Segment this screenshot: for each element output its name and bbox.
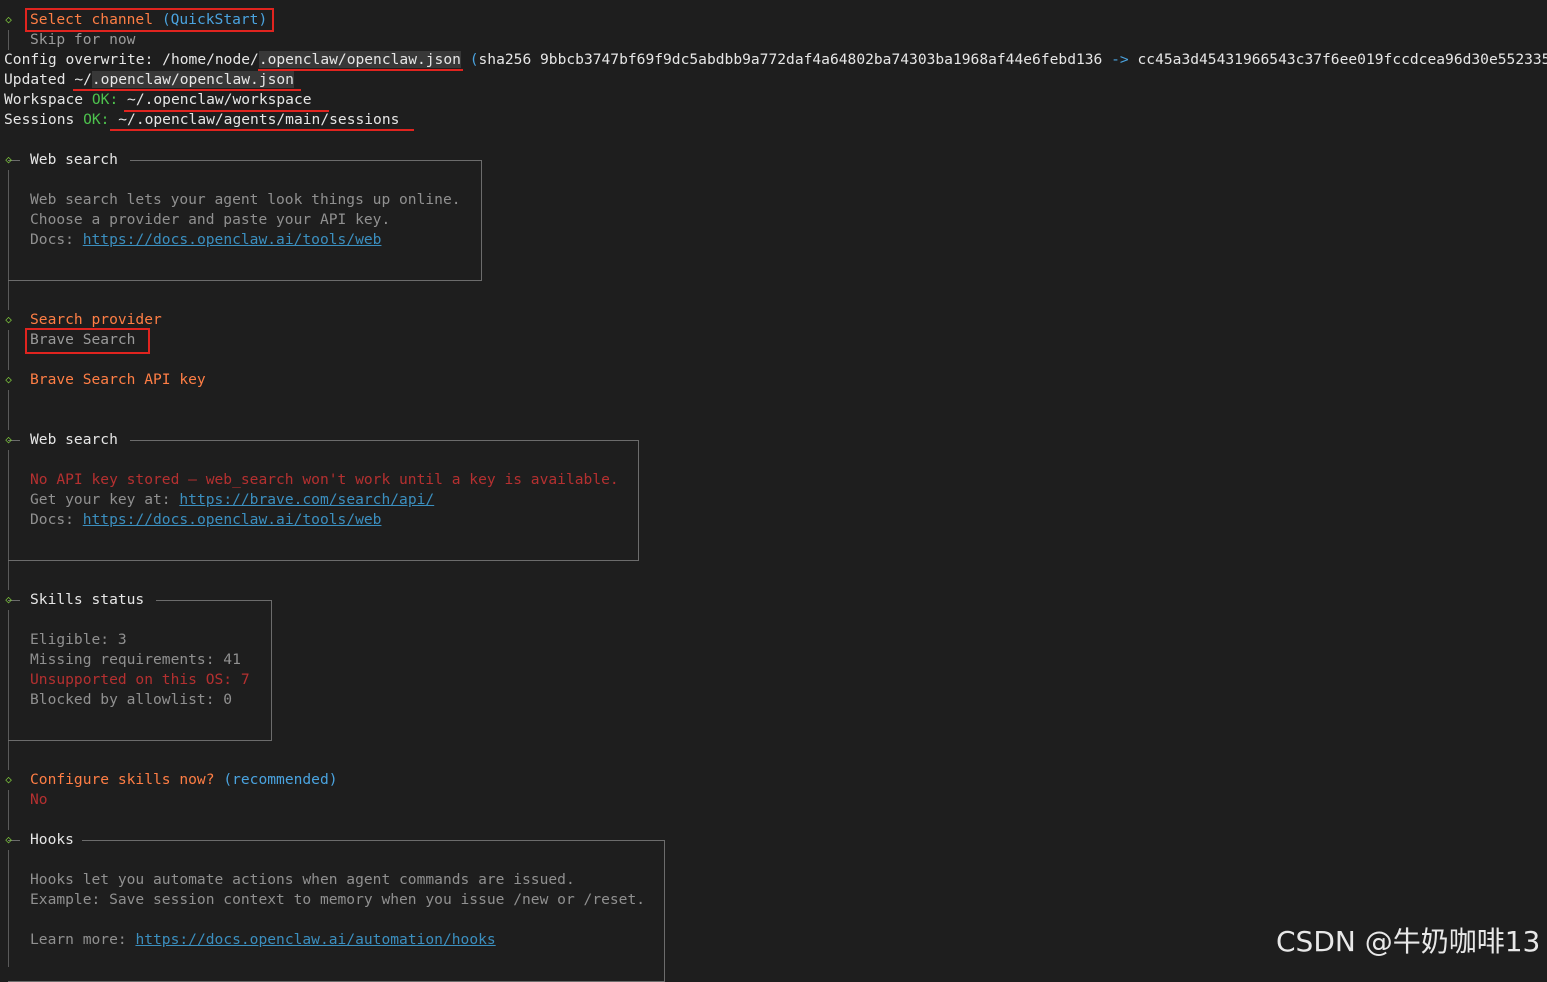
config-path-file: .openclaw/openclaw.json — [258, 51, 461, 68]
configure-skills-prompt: Configure skills now? (recommended) — [30, 770, 338, 790]
config-hash-arrow: -> — [1111, 51, 1129, 68]
hooks-docs-link[interactable]: https://docs.openclaw.ai/automation/hook… — [135, 931, 495, 948]
skills-missing: Missing requirements: 41 — [30, 651, 241, 668]
step-diamond-icon: ◇ — [5, 153, 12, 166]
web-search-description: Web search lets your agent look things u… — [30, 191, 461, 208]
step-diamond-icon: ◇ — [5, 373, 12, 386]
tree-rail — [8, 390, 9, 430]
web-search-instructions: Choose a provider and paste your API key… — [30, 211, 391, 228]
annotation-underline — [110, 129, 414, 131]
skills-eligible: Eligible: 3 — [30, 631, 127, 648]
updated-label: Updated — [4, 71, 66, 88]
skills-unsupported: Unsupported on this OS: 7 — [30, 671, 250, 688]
get-key-label: Get your key at: — [30, 491, 171, 508]
skills-status-title: Skills status — [30, 591, 145, 608]
sessions-label: Sessions — [4, 111, 75, 128]
brave-api-key-title: Brave Search API key — [30, 371, 206, 388]
config-overwrite-line: Config overwrite: /home/node/.openclaw/o… — [4, 50, 1547, 70]
configure-skills-value[interactable]: No — [30, 790, 48, 810]
web-search-docs-line: Docs: https://docs.openclaw.ai/tools/web — [30, 510, 381, 530]
learn-more-label: Learn more: — [30, 931, 127, 948]
watermark: CSDN @牛奶咖啡13 — [1276, 925, 1541, 958]
web-docs-link[interactable]: https://docs.openclaw.ai/tools/web — [83, 511, 382, 528]
web-search-title: Web search — [30, 431, 118, 448]
workspace-label: Workspace — [4, 91, 84, 108]
search-provider-title: Search provider — [30, 311, 162, 328]
updated-line: Updated ~/.openclaw/openclaw.json — [4, 70, 294, 90]
step-diamond-icon: ◇ — [5, 313, 12, 326]
workspace-ok: OK: — [91, 91, 119, 108]
brave-api-link[interactable]: https://brave.com/search/api/ — [179, 491, 434, 508]
step-diamond-icon: ◇ — [5, 593, 12, 606]
get-key-line: Get your key at: https://brave.com/searc… — [30, 490, 434, 510]
web-docs-link[interactable]: https://docs.openclaw.ai/tools/web — [83, 231, 382, 248]
api-key-warning: No API key stored — web_search won't wor… — [30, 471, 619, 488]
tree-rail — [8, 30, 9, 50]
step-diamond-icon: ◇ — [5, 833, 12, 846]
annotation-box — [25, 8, 274, 32]
updated-path-file: .openclaw/openclaw.json — [91, 71, 294, 88]
annotation-underline — [124, 110, 329, 112]
annotation-box — [25, 328, 150, 354]
skills-blocked: Blocked by allowlist: 0 — [30, 691, 233, 708]
hooks-note-box — [8, 840, 665, 982]
config-hash-open: ( — [469, 51, 479, 68]
tree-rail — [8, 790, 9, 830]
annotation-underline — [258, 69, 463, 71]
hooks-example: Example: Save session context to memory … — [30, 891, 646, 908]
sessions-path: ~/.openclaw/agents/main/sessions — [118, 111, 400, 128]
sessions-line: Sessions OK: ~/.openclaw/agents/main/ses… — [4, 110, 399, 130]
hooks-description: Hooks let you automate actions when agen… — [30, 871, 575, 888]
workspace-path: ~/.openclaw/workspace — [127, 91, 312, 108]
annotation-underline — [73, 89, 301, 91]
step-diamond-icon: ◇ — [5, 13, 12, 26]
hooks-title: Hooks — [30, 831, 74, 848]
web-search-title: Web search — [30, 151, 118, 168]
workspace-line: Workspace OK: ~/.openclaw/workspace — [4, 90, 312, 110]
config-path-prefix: /home/node/ — [162, 51, 259, 68]
step-diamond-icon: ◇ — [5, 433, 12, 446]
hooks-learn-line: Learn more: https://docs.openclaw.ai/aut… — [30, 930, 496, 950]
web-search-docs-line: Docs: https://docs.openclaw.ai/tools/web — [30, 230, 381, 250]
configure-skills-note: (recommended) — [223, 771, 338, 788]
configure-skills-title: Configure skills now? — [30, 771, 215, 788]
sessions-ok: OK: — [83, 111, 110, 128]
select-channel-value[interactable]: Skip for now — [30, 30, 135, 50]
updated-path-prefix: ~/ — [74, 71, 92, 88]
config-overwrite-label: Config overwrite: — [4, 51, 154, 68]
docs-label: Docs: — [30, 511, 74, 528]
config-hash-new: cc45a3d45431966543c37f6ee019fccdcea96d30… — [1137, 51, 1547, 68]
config-hash-old: sha256 9bbcb3747bf69f9dc5abdbb9a772daf4a… — [478, 51, 1103, 68]
docs-label: Docs: — [30, 231, 74, 248]
tree-rail — [8, 330, 9, 370]
step-diamond-icon: ◇ — [5, 773, 12, 786]
